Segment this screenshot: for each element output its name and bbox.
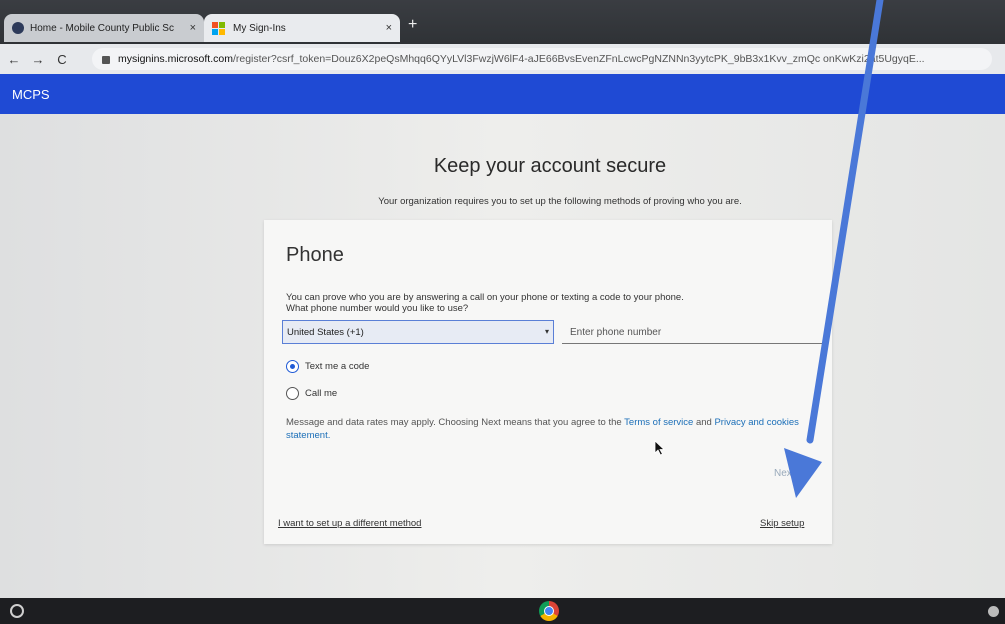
navigation-bar: ← → C mysignins.microsoft.com /register?… [0,44,1005,74]
lock-icon [102,56,110,64]
dropdown-arrow-icon: ▾ [544,327,549,336]
reload-button[interactable]: C [52,52,72,67]
consent-notice: Message and data rates may apply. Choosi… [286,416,826,442]
forward-button[interactable]: → [28,52,48,67]
radio-call-me[interactable]: Call me [286,387,337,400]
mouse-pointer-icon [654,440,666,456]
country-code-select[interactable]: United States (+1) ▾ [282,320,554,344]
globe-icon [12,22,24,34]
radio-label: Text me a code [305,361,370,372]
phone-setup-card [264,220,832,544]
tab-title: Home - Mobile County Public Sc [30,22,174,34]
url-path: /register?csrf_token=Douz6X2peQsMhqq6QYy… [232,53,925,65]
page-title: Keep your account secure [433,155,667,177]
country-code-value: United States (+1) [287,326,364,338]
os-shelf [0,598,1005,624]
notification-icon[interactable] [988,606,999,617]
radio-text-me-a-code[interactable]: Text me a code [286,360,369,373]
org-header-bar: MCPS [0,74,1005,114]
skip-setup-link[interactable]: Skip setup [760,518,804,529]
tab-home-mcps[interactable]: Home - Mobile County Public Sc × [4,14,204,42]
different-method-link[interactable]: I want to set up a different method [278,518,421,529]
notice-text: Message and data rates may apply. Choosi… [286,417,625,428]
org-name: MCPS [12,86,50,102]
address-bar[interactable]: mysignins.microsoft.com /register?csrf_t… [92,48,992,70]
url-host: mysignins.microsoft.com [118,53,233,65]
close-icon[interactable]: × [190,22,196,34]
launcher-icon[interactable] [10,604,24,618]
notice-and: and [693,417,715,428]
radio-unselected-icon[interactable] [286,387,299,400]
description-question: What phone number would you like to use? [286,303,469,314]
browser-tab-strip: Home - Mobile County Public Sc × My Sign… [0,0,1005,44]
chrome-icon[interactable] [539,601,559,621]
page-subtitle: Your organization requires you to set up… [378,196,742,207]
back-button[interactable]: ← [4,52,24,67]
card-description: You can prove who you are by answering a… [286,292,826,314]
radio-selected-icon[interactable] [286,360,299,373]
close-icon[interactable]: × [386,22,392,34]
new-tab-button[interactable]: + [408,16,417,34]
tab-title: My Sign-Ins [233,22,286,34]
card-title: Phone [286,244,344,266]
phone-number-input[interactable] [562,322,826,344]
radio-label: Call me [305,388,338,399]
terms-of-service-link[interactable]: Terms of service [624,417,693,428]
microsoft-logo-icon [212,21,225,35]
next-button[interactable]: Next [774,468,795,479]
tab-my-sign-ins[interactable]: My Sign-Ins × [204,14,400,42]
description-line: You can prove who you are by answering a… [286,292,684,303]
